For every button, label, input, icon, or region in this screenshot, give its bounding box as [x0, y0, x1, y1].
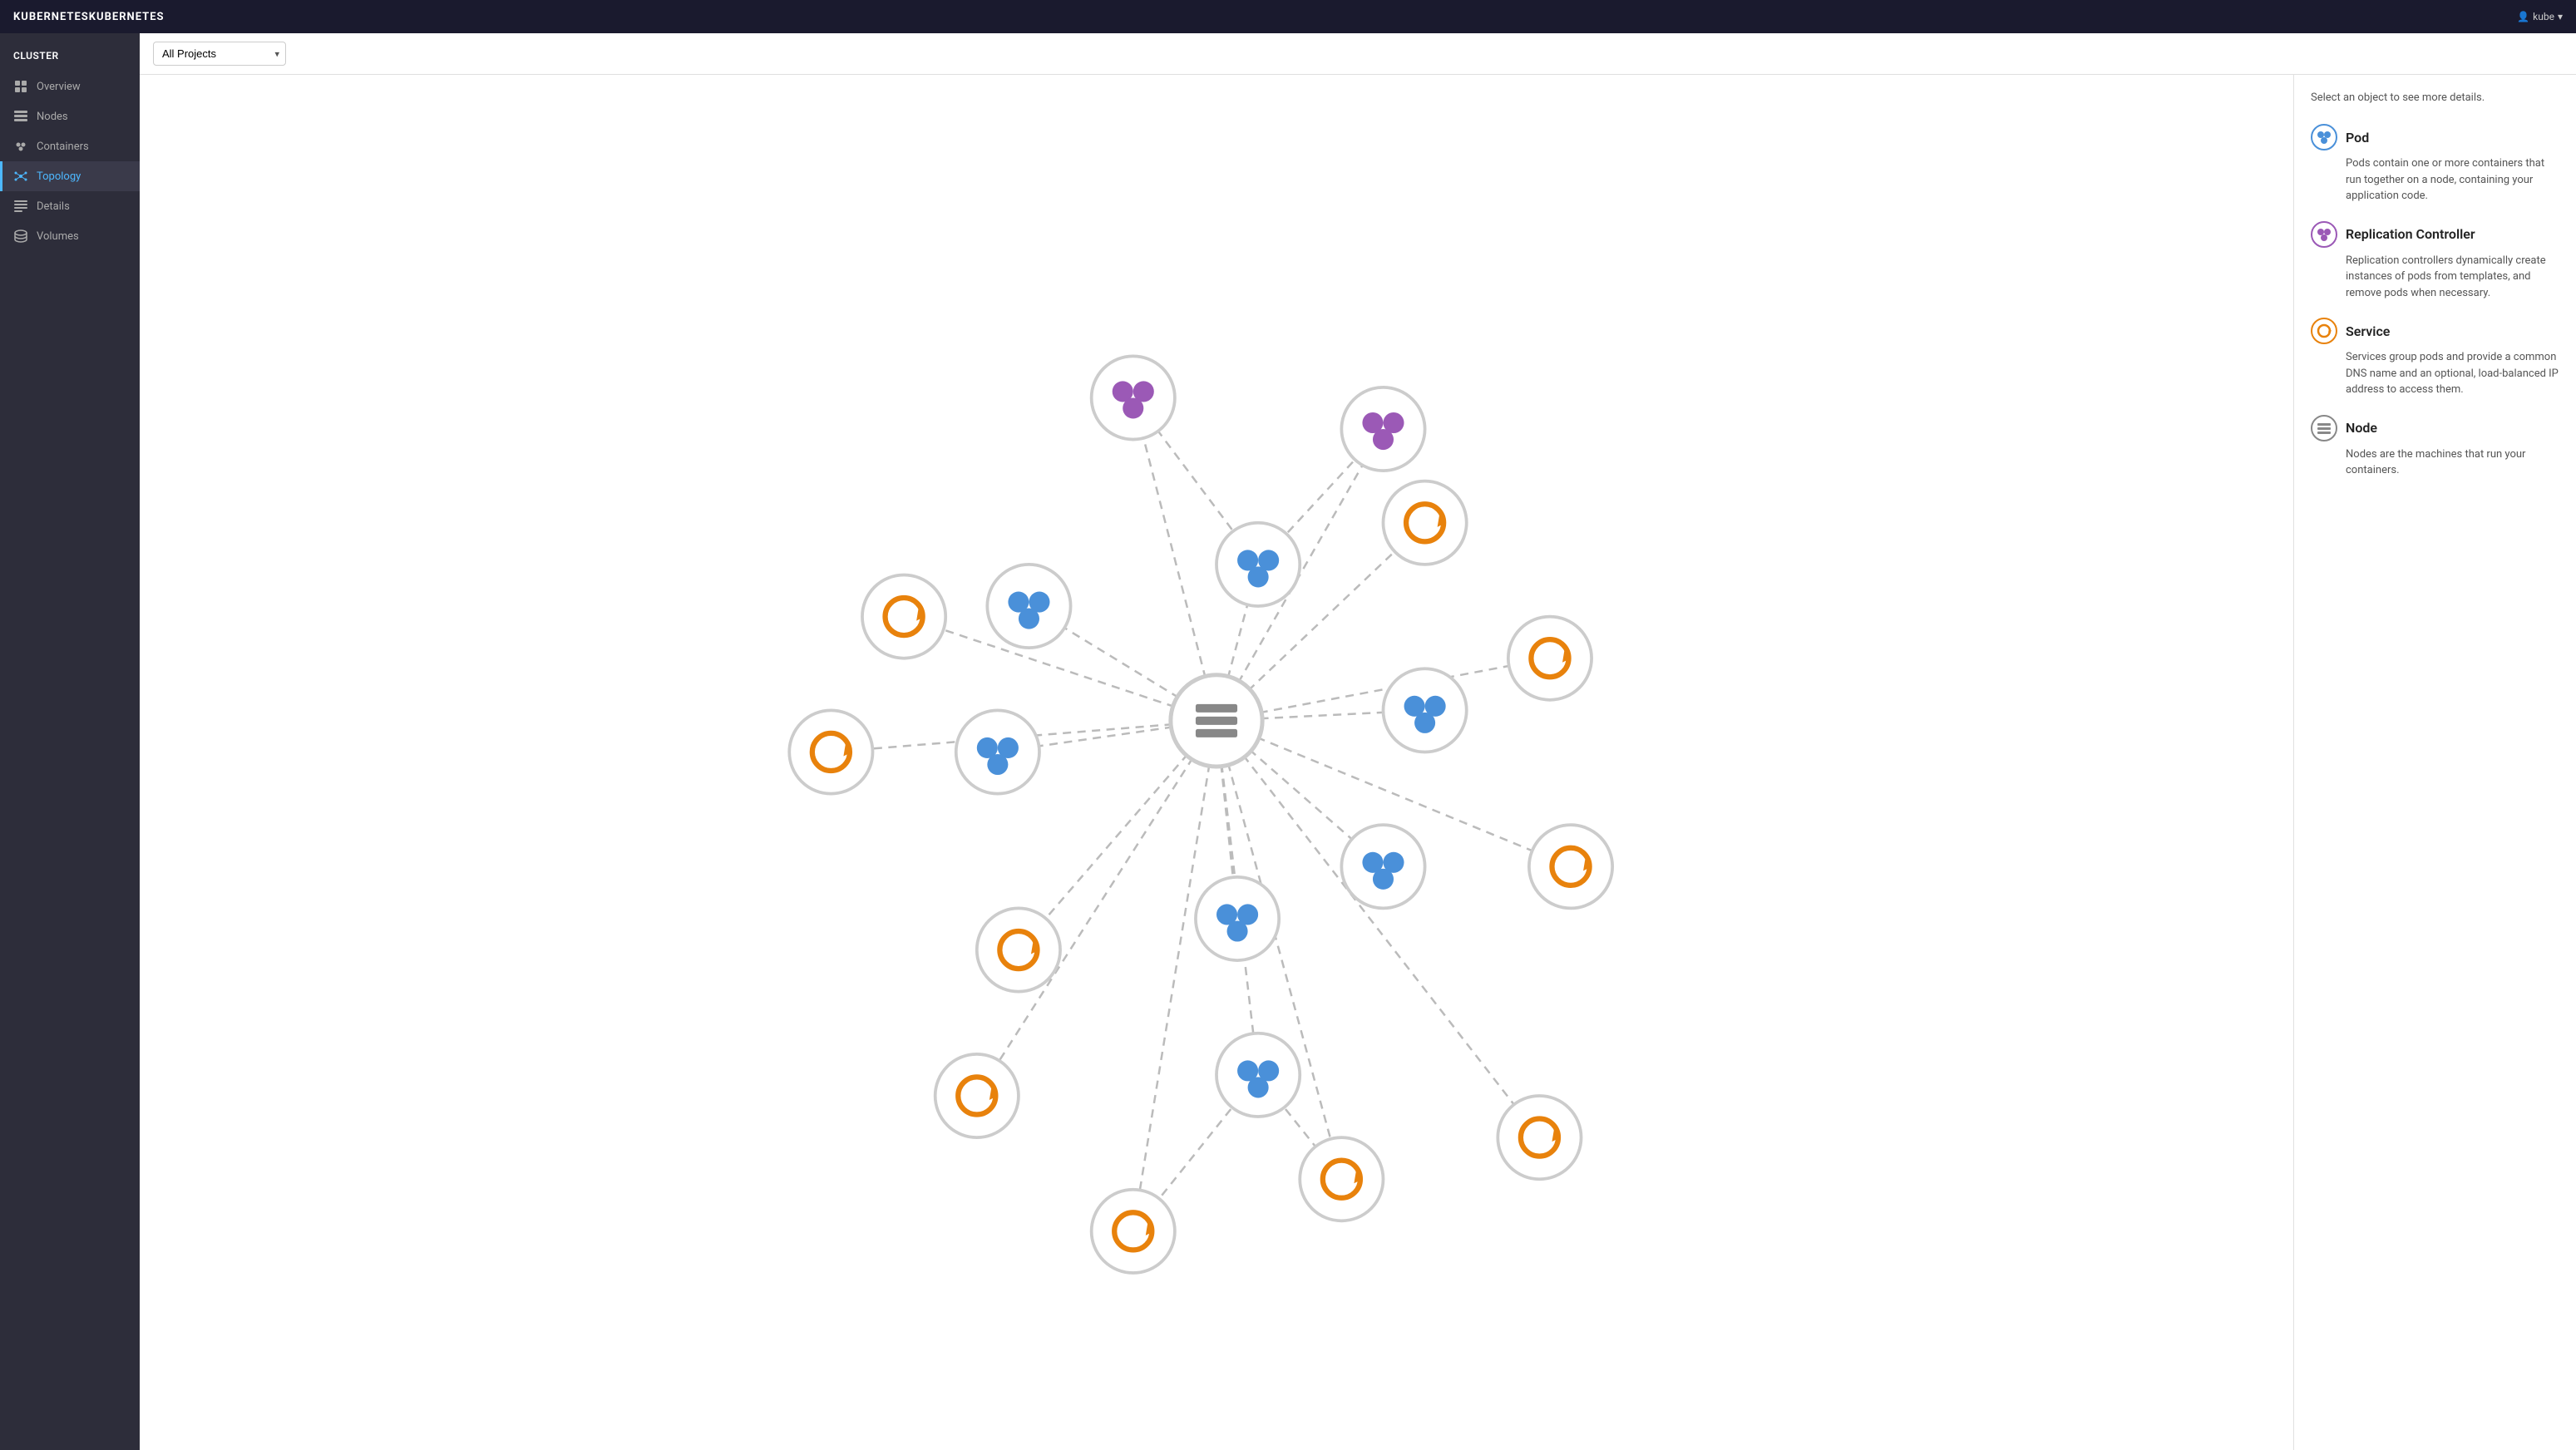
- node-icon: [2311, 415, 2337, 441]
- topology-node-pod-5[interactable]: [1341, 825, 1424, 908]
- containers-icon: [13, 139, 28, 154]
- topology-node-pod-2[interactable]: [987, 565, 1070, 648]
- pod-title: Pod: [2346, 130, 2369, 145]
- legend-node: Node Nodes are the machines that run you…: [2311, 415, 2559, 479]
- pod-icon: [2311, 124, 2337, 150]
- topology-icon: [13, 169, 28, 184]
- brand-logo: KUBERNETESKUBERNETES: [13, 11, 165, 23]
- app-body: Cluster Overview Nodes: [0, 33, 2576, 1450]
- legend-node-header: Node: [2311, 415, 2559, 441]
- user-icon: 👤: [2517, 11, 2529, 22]
- header: KUBERNETESKUBERNETES 👤 kube ▾: [0, 0, 2576, 33]
- service-desc: Services group pods and provide a common…: [2311, 349, 2559, 398]
- topology-node-svc-10[interactable]: [1383, 481, 1466, 565]
- right-panel-hint: Select an object to see more details.: [2311, 91, 2559, 104]
- rc-icon: [2311, 221, 2337, 248]
- service-icon: [2311, 318, 2337, 344]
- topology-node-svc-7[interactable]: [1498, 1096, 1581, 1179]
- chevron-down-icon: ▾: [2558, 11, 2563, 22]
- topology-node-rc-1[interactable]: [1092, 356, 1175, 439]
- topology-node-center[interactable]: [1171, 675, 1262, 767]
- topology-node-svc-4[interactable]: [935, 1054, 1019, 1137]
- legend-service-header: Service: [2311, 318, 2559, 344]
- pod-desc: Pods contain one or more containers that…: [2311, 155, 2559, 205]
- node-desc: Nodes are the machines that run your con…: [2311, 446, 2559, 479]
- topology-node-rc-2[interactable]: [1341, 387, 1424, 471]
- topology-node-svc-2[interactable]: [789, 710, 872, 793]
- user-label: kube: [2533, 11, 2554, 22]
- topology-node-pod-3[interactable]: [956, 710, 1039, 793]
- rc-title: Replication Controller: [2346, 226, 2475, 242]
- overview-icon: [13, 79, 28, 94]
- nodes-label: Nodes: [37, 111, 68, 123]
- project-select[interactable]: All Projects Project A Project B: [153, 42, 286, 66]
- topology-node-svc-9[interactable]: [1529, 825, 1612, 908]
- cluster-label: Cluster: [0, 43, 140, 72]
- volumes-icon: [13, 229, 28, 244]
- nodes-icon: [13, 109, 28, 124]
- details-label: Details: [37, 200, 70, 213]
- toolbar: All Projects Project A Project B ▾: [140, 33, 2576, 75]
- topology-label: Topology: [37, 170, 81, 183]
- topology-node-svc-1[interactable]: [862, 575, 945, 658]
- rc-desc: Replication controllers dynamically crea…: [2311, 253, 2559, 302]
- sidebar-item-containers[interactable]: Containers: [0, 131, 140, 161]
- topology-svg: [140, 75, 2293, 1450]
- topology-node-svc-3[interactable]: [977, 908, 1060, 991]
- service-title: Service: [2346, 323, 2390, 339]
- volumes-label: Volumes: [37, 230, 79, 243]
- topology-node-pod-1[interactable]: [1216, 523, 1300, 606]
- topology-node-svc-6[interactable]: [1300, 1137, 1383, 1221]
- topology-node-svc-5[interactable]: [1092, 1190, 1175, 1273]
- sidebar-item-topology[interactable]: Topology: [0, 161, 140, 191]
- details-icon: [13, 199, 28, 214]
- sidebar: Cluster Overview Nodes: [0, 33, 140, 1450]
- main-content: All Projects Project A Project B ▾: [140, 33, 2576, 1450]
- legend-pod: Pod Pods contain one or more containers …: [2311, 124, 2559, 205]
- sidebar-item-details[interactable]: Details: [0, 191, 140, 221]
- topology-node-pod-6[interactable]: [1196, 877, 1279, 960]
- legend-pod-header: Pod: [2311, 124, 2559, 150]
- legend-rc-header: Replication Controller: [2311, 221, 2559, 248]
- overview-label: Overview: [37, 81, 81, 93]
- user-menu[interactable]: 👤 kube ▾: [2517, 11, 2563, 22]
- containers-label: Containers: [37, 141, 89, 153]
- project-select-wrapper[interactable]: All Projects Project A Project B ▾: [153, 42, 286, 66]
- sidebar-item-overview[interactable]: Overview: [0, 72, 140, 101]
- topology-canvas[interactable]: [140, 75, 2293, 1450]
- sidebar-item-volumes[interactable]: Volumes: [0, 221, 140, 251]
- legend-rc: Replication Controller Replication contr…: [2311, 221, 2559, 302]
- legend-service: Service Services group pods and provide …: [2311, 318, 2559, 398]
- topology-node-pod-4[interactable]: [1383, 668, 1466, 752]
- right-panel: Select an object to see more details. Po…: [2293, 75, 2576, 1450]
- topology-node-pod-7[interactable]: [1216, 1033, 1300, 1117]
- content-area: Select an object to see more details. Po…: [140, 75, 2576, 1450]
- node-title: Node: [2346, 420, 2377, 436]
- topology-node-svc-8[interactable]: [1508, 617, 1591, 700]
- sidebar-item-nodes[interactable]: Nodes: [0, 101, 140, 131]
